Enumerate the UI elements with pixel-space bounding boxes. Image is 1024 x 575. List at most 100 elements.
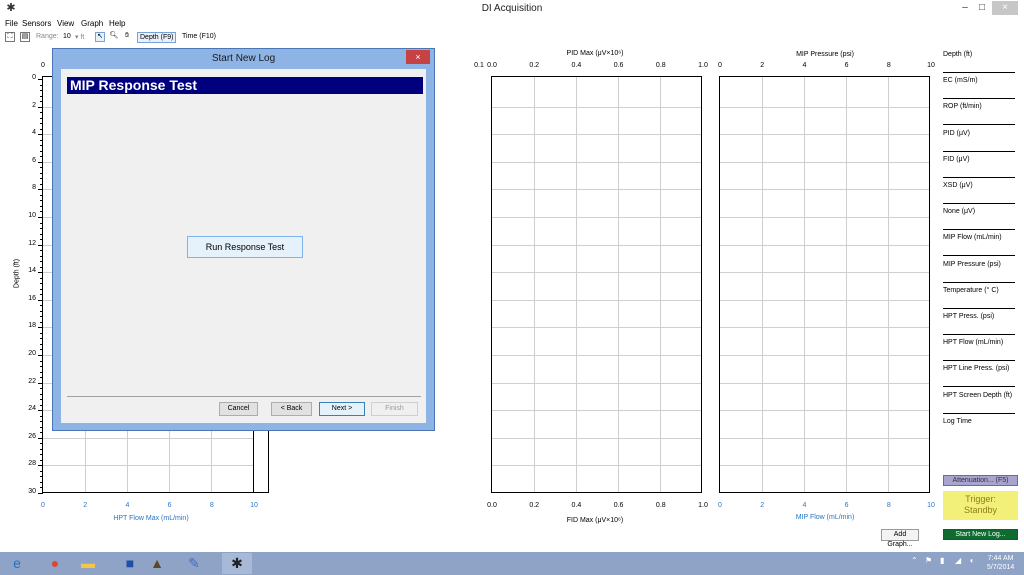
g3-bottom-axis-title: MIP Flow (mL/min) bbox=[795, 514, 855, 521]
time-mode-button[interactable]: Time (F10) bbox=[182, 33, 216, 40]
next-button[interactable]: Next > bbox=[319, 402, 365, 416]
gridline bbox=[492, 327, 701, 329]
graph2-top-tick-label: 0.6 bbox=[613, 62, 624, 69]
trigger-state: Standby bbox=[963, 505, 998, 515]
sensor-value-line bbox=[943, 307, 1015, 309]
volume-icon[interactable]: ◖ bbox=[969, 556, 974, 565]
depth-tick-label: 2 bbox=[32, 101, 36, 109]
depth-tick-label: 8 bbox=[32, 184, 36, 192]
back-button[interactable]: < Back bbox=[271, 402, 312, 416]
graph3-bottom-tick-label: 0 bbox=[718, 502, 722, 509]
depth-tick-label: 30 bbox=[28, 488, 36, 495]
maximize-button[interactable]: □ bbox=[975, 1, 989, 15]
minimize-button[interactable]: – bbox=[958, 1, 972, 15]
graph3-bottom-tick-label: 6 bbox=[844, 502, 849, 509]
menu-view[interactable]: View bbox=[57, 19, 74, 28]
graph-mip[interactable] bbox=[719, 76, 930, 493]
graph2-bottom-tick-label: 0.8 bbox=[655, 502, 666, 509]
sensor-value-line bbox=[943, 98, 1015, 100]
dialog-body: MIP Response Test Run Response Test Canc… bbox=[61, 69, 426, 423]
cancel-button[interactable]: Cancel bbox=[219, 402, 258, 416]
graph-settings-icon[interactable]: ▤ bbox=[20, 32, 30, 42]
gridline bbox=[492, 272, 701, 274]
graph3-bottom-tick-label: 4 bbox=[802, 502, 807, 509]
menu-file[interactable]: File bbox=[5, 19, 18, 28]
depth-tick-label: 12 bbox=[28, 239, 36, 247]
sensor-value-line bbox=[943, 412, 1015, 414]
gridline bbox=[492, 382, 701, 384]
attenuation-button[interactable]: Attenuation... (F5) bbox=[943, 475, 1018, 486]
graph2-bottom-tick-label: 0.2 bbox=[529, 502, 540, 509]
graph-pid-fid[interactable] bbox=[491, 76, 702, 493]
dialog-separator bbox=[67, 396, 421, 397]
system-clock[interactable]: 7:44 AM 5/7/2014 bbox=[987, 554, 1014, 572]
dialog-banner: MIP Response Test bbox=[67, 77, 423, 94]
dialog-title: Start New Log bbox=[211, 53, 276, 64]
ie-icon[interactable]: e bbox=[2, 553, 32, 574]
graph2-top-tick-label: 0.2 bbox=[529, 62, 540, 69]
menu-sensors[interactable]: Sensors bbox=[22, 19, 51, 28]
finish-button[interactable]: Finish bbox=[371, 402, 418, 416]
depth-mode-button[interactable]: Depth (F9) bbox=[137, 32, 177, 43]
depth-tick-label: 18 bbox=[28, 322, 36, 330]
sensor-value-line bbox=[943, 150, 1015, 152]
graph2-bottom-tick-label: 0.6 bbox=[613, 502, 624, 509]
g2-top-axis-title: PID Max (μV×10⁶) bbox=[566, 50, 624, 57]
depth-tick-label: 10 bbox=[28, 212, 36, 219]
sensor-label: PID (μV) bbox=[943, 129, 970, 137]
graph3-top-tick-label: 2 bbox=[760, 62, 765, 69]
start-new-log-button[interactable]: Start New Log... bbox=[943, 529, 1018, 540]
gridline bbox=[720, 382, 929, 384]
gridline bbox=[720, 161, 929, 163]
battery-icon[interactable]: ▮ bbox=[940, 556, 944, 565]
pointer-icon[interactable]: ↖ bbox=[95, 32, 105, 42]
sensor-value-line bbox=[943, 72, 1015, 73]
range-value[interactable]: 10 bbox=[63, 33, 71, 40]
menu-help[interactable]: Help bbox=[109, 19, 125, 28]
g1-bottom-tick-label: 0 bbox=[41, 502, 45, 509]
graph2-top-tick-label: 0.8 bbox=[655, 62, 666, 69]
flag-icon[interactable]: ⚑ bbox=[925, 556, 932, 565]
gridline bbox=[720, 410, 929, 412]
g1-bottom-tick-label: 4 bbox=[125, 502, 130, 509]
dialog-close-button[interactable]: × bbox=[406, 50, 430, 64]
sensor-label: None (μV) bbox=[943, 208, 976, 216]
sensor-label: EC (mS/m) bbox=[943, 77, 978, 85]
sensor-value-line bbox=[943, 203, 1015, 204]
depth-tick-label: 14 bbox=[28, 267, 36, 275]
zoom-icon[interactable]: 🔍︎ bbox=[109, 32, 119, 42]
graph2-bottom-tick-label: 0.0 bbox=[487, 502, 497, 509]
add-graph-button[interactable]: Add Graph... bbox=[881, 529, 919, 548]
gridline bbox=[492, 299, 701, 301]
network-icon[interactable]: ◢ bbox=[955, 556, 961, 565]
paint-icon[interactable]: ✎ bbox=[179, 553, 209, 574]
di-acquisition-icon[interactable]: ✱ bbox=[222, 553, 252, 574]
graph2-top-tick-label: 0.4 bbox=[571, 62, 582, 69]
gridline bbox=[43, 437, 253, 439]
run-response-test-button[interactable]: Run Response Test bbox=[187, 236, 303, 258]
chrome-icon[interactable]: ● bbox=[40, 553, 70, 574]
tray-chevron-icon[interactable]: ⌃ bbox=[911, 556, 918, 565]
gridline bbox=[492, 217, 701, 218]
acq-icon[interactable]: ▲ bbox=[142, 553, 172, 574]
graph3-top-tick-label: 10 bbox=[927, 62, 935, 69]
graph3-top-tick-label: 0 bbox=[718, 62, 722, 69]
gridline bbox=[492, 465, 701, 467]
menu-bar: File Sensors View Graph Help bbox=[0, 18, 1024, 31]
sensor-label: MIP Flow (mL/min) bbox=[943, 234, 1002, 242]
graph3-bottom-tick-label: 8 bbox=[886, 502, 891, 509]
gridline bbox=[492, 437, 701, 439]
depth-tick bbox=[38, 493, 43, 494]
sensor-label: HPT Flow (mL/min) bbox=[943, 339, 1004, 347]
range-unit-dropdown[interactable]: ▾ ft bbox=[75, 33, 84, 41]
pan-hand-icon[interactable]: ✋︎ bbox=[122, 32, 132, 42]
graph2-top-tick-label: 0.0 bbox=[487, 62, 497, 69]
sensor-value-line bbox=[943, 176, 1015, 178]
fit-icon[interactable]: ⛶ bbox=[5, 32, 15, 42]
media-icon[interactable]: ■ bbox=[115, 553, 145, 574]
menu-graph[interactable]: Graph bbox=[81, 19, 103, 28]
gridline bbox=[720, 217, 929, 218]
close-window-button[interactable]: × bbox=[992, 1, 1018, 15]
g1-bottom-tick-label: 6 bbox=[167, 502, 172, 509]
file-explorer-icon[interactable]: ▬ bbox=[73, 553, 103, 574]
